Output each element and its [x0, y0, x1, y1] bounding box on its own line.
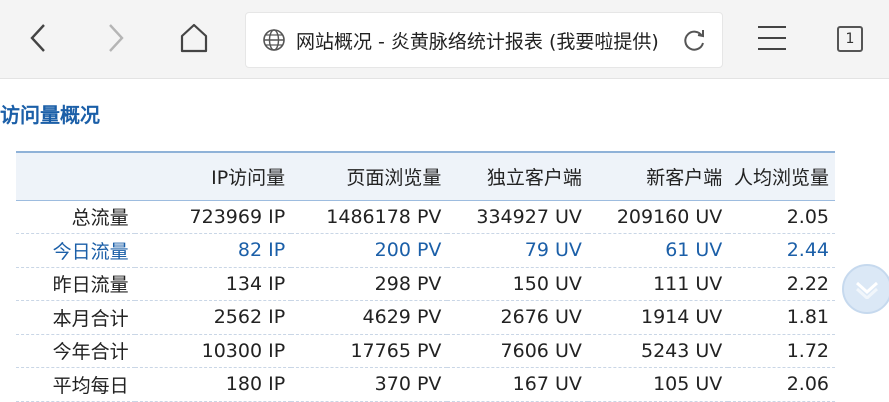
- home-icon: [180, 23, 208, 53]
- cell-ip: 2562 IP: [134, 300, 292, 335]
- table-row: 今年合计 10300 IP 17765 PV 7606 UV 5243 UV 1…: [16, 334, 835, 368]
- menu-button[interactable]: [754, 22, 790, 54]
- menu-icon: [758, 26, 786, 50]
- forward-button[interactable]: [96, 16, 136, 60]
- cell-uv: 79 UV: [447, 233, 588, 268]
- header-pv: 页面浏览量: [291, 151, 448, 201]
- reload-icon[interactable]: [680, 26, 708, 54]
- cell-pv: 370 PV: [291, 367, 448, 402]
- table-row: 平均每日 180 IP 370 PV 167 UV 105 UV 2.06: [16, 367, 835, 402]
- cell-pv: 298 PV: [291, 267, 448, 301]
- cell-ip: 82 IP: [134, 233, 292, 268]
- cell-ip: 134 IP: [134, 267, 292, 301]
- globe-icon: [263, 29, 285, 51]
- header-uv: 独立客户端: [447, 151, 588, 201]
- scroll-down-icon: [855, 281, 879, 299]
- cell-ip: 723969 IP: [134, 200, 292, 234]
- cell-new-uv: 1914 UV: [587, 300, 729, 335]
- cell-uv: 2676 UV: [447, 300, 588, 335]
- cell-new-uv: 61 UV: [587, 233, 729, 268]
- table-row: 总流量 723969 IP 1486178 PV 334927 UV 20916…: [16, 200, 835, 234]
- section-title: 访问量概况: [0, 103, 100, 127]
- row-label: 平均每日: [16, 367, 135, 402]
- table-header-row: IP访问量 页面浏览量 独立客户端 新客户端 人均浏览量: [16, 151, 835, 201]
- row-label: 昨日流量: [16, 267, 135, 301]
- cell-ip: 180 IP: [134, 367, 292, 402]
- cell-new-uv: 111 UV: [587, 267, 729, 301]
- back-button[interactable]: [18, 16, 58, 60]
- row-label: 今年合计: [16, 334, 135, 368]
- cell-new-uv: 105 UV: [587, 367, 729, 402]
- cell-avg: 2.22: [728, 267, 835, 301]
- address-bar[interactable]: 网站概况 - 炎黄脉络统计报表 (我要啦提供): [245, 12, 723, 68]
- table-row: 今日流量 82 IP 200 PV 79 UV 61 UV 2.44: [16, 233, 835, 268]
- cell-new-uv: 209160 UV: [587, 200, 729, 234]
- table-row: 本月合计 2562 IP 4629 PV 2676 UV 1914 UV 1.8…: [16, 300, 835, 335]
- tabs-icon[interactable]: 1: [837, 26, 863, 52]
- home-button[interactable]: [174, 16, 214, 60]
- cell-avg: 2.05: [728, 200, 835, 234]
- row-label: 本月合计: [16, 300, 135, 335]
- cell-ip: 10300 IP: [134, 334, 292, 368]
- cell-uv: 167 UV: [447, 367, 588, 402]
- header-avg: 人均浏览量: [728, 151, 835, 201]
- cell-pv: 200 PV: [291, 233, 448, 268]
- header-label: [16, 151, 135, 201]
- page-title: 网站概况 - 炎黄脉络统计报表 (我要啦提供): [296, 31, 659, 53]
- cell-pv: 1486178 PV: [291, 200, 448, 234]
- cell-uv: 150 UV: [447, 267, 588, 301]
- row-label: 今日流量: [16, 233, 135, 268]
- back-icon: [30, 24, 45, 52]
- cell-avg: 1.72: [728, 334, 835, 368]
- browser-toolbar: 网站概况 - 炎黄脉络统计报表 (我要啦提供) 1: [0, 0, 889, 79]
- header-ip: IP访问量: [134, 151, 292, 201]
- forward-icon: [109, 24, 124, 52]
- header-new-uv: 新客户端: [587, 151, 729, 201]
- stats-table: IP访问量 页面浏览量 独立客户端 新客户端 人均浏览量 总流量 723969 …: [16, 151, 835, 402]
- cell-pv: 4629 PV: [291, 300, 448, 335]
- cell-new-uv: 5243 UV: [587, 334, 729, 368]
- cell-uv: 334927 UV: [447, 200, 588, 234]
- scroll-down-button[interactable]: [842, 264, 889, 314]
- cell-avg: 1.81: [728, 300, 835, 335]
- row-label: 总流量: [16, 200, 135, 234]
- cell-uv: 7606 UV: [447, 334, 588, 368]
- table-row: 昨日流量 134 IP 298 PV 150 UV 111 UV 2.22: [16, 267, 835, 301]
- cell-avg: 2.06: [728, 367, 835, 402]
- cell-avg: 2.44: [728, 233, 835, 268]
- cell-pv: 17765 PV: [291, 334, 448, 368]
